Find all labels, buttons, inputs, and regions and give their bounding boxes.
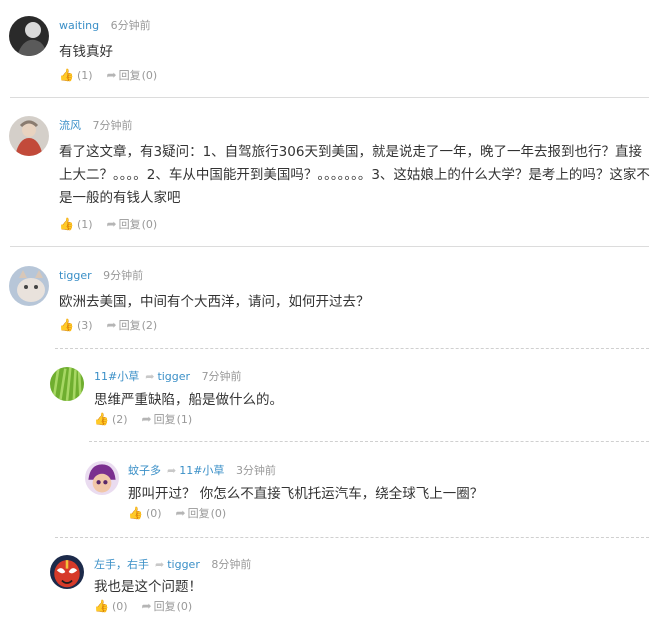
comment-item: 流风 7分钟前 看了这文章，有3疑问：1、自驾旅行306天到美国，就是说走了一年… xyxy=(9,116,650,238)
comment-item: tigger 9分钟前 欧洲去美国，中间有个大西洋，请问，如何开过去？ 👍 (3)… xyxy=(9,266,649,340)
timestamp: 6分钟前 xyxy=(110,19,151,32)
timestamp: 3分钟前 xyxy=(235,464,276,477)
thumbs-up-icon: 👍 xyxy=(59,217,74,231)
reply-label: 回复 xyxy=(153,413,176,426)
share-arrow-icon: ➦ xyxy=(141,412,152,426)
reply-to-username[interactable]: tigger xyxy=(167,558,200,571)
username[interactable]: 11#小草 xyxy=(94,370,139,383)
avatar[interactable] xyxy=(9,266,49,306)
username[interactable]: 流风 xyxy=(59,119,81,132)
timestamp: 7分钟前 xyxy=(92,119,133,132)
username[interactable]: waiting xyxy=(59,19,99,32)
reply-button[interactable]: ➦ 回复(1) xyxy=(141,412,193,426)
reply-button[interactable]: ➦ 回复(0) xyxy=(106,68,158,82)
like-button[interactable]: 👍 (3) xyxy=(59,318,107,332)
divider xyxy=(55,348,649,349)
comment-text: 欧洲去美国，中间有个大西洋，请问，如何开过去？ xyxy=(59,294,370,310)
reply-to-arrow-icon: ➦ xyxy=(145,370,155,383)
reply-item: 11#小草 ➦ tigger 7分钟前 思维严重缺陷，船是做什么的。 👍 (2) ➦ 回复… xyxy=(50,367,649,437)
reply-label: 回复 xyxy=(118,69,141,82)
reply-button[interactable]: ➦ 回复(0) xyxy=(106,217,158,231)
share-arrow-icon: ➦ xyxy=(106,217,117,231)
thumbs-up-icon: 👍 xyxy=(94,412,109,426)
username[interactable]: 左手，右手 xyxy=(94,558,149,571)
reply-label: 回复 xyxy=(118,319,141,332)
reply-to-username[interactable]: 11#小草 xyxy=(179,464,224,477)
thumbs-up-icon: 👍 xyxy=(94,599,109,613)
reply-item: 蚊子多 ➦ 11#小草 3分钟前 那叫开过？ 你怎么不直接飞机托运汽车，绕全球飞上一… xyxy=(85,461,649,531)
comment-text: 看了这文章，有3疑问：1、自驾旅行306天到美国，就是说走了一年，晚了一年去报到… xyxy=(59,144,650,206)
like-button[interactable]: 👍 (2) xyxy=(94,412,142,426)
reply-label: 回复 xyxy=(153,600,176,613)
timestamp: 8分钟前 xyxy=(211,558,252,571)
reply-count: (0) xyxy=(176,600,193,613)
timestamp: 9分钟前 xyxy=(103,269,144,282)
comment-text: 思维严重缺陷，船是做什么的。 xyxy=(94,392,283,408)
like-button[interactable]: 👍 (0) xyxy=(94,599,142,613)
thumbs-up-icon: 👍 xyxy=(128,506,143,520)
username[interactable]: tigger xyxy=(59,269,92,282)
reply-count: (1) xyxy=(176,413,193,426)
username[interactable]: 蚊子多 xyxy=(128,464,161,477)
share-arrow-icon: ➦ xyxy=(106,68,117,82)
reply-count: (0) xyxy=(141,69,158,82)
like-button[interactable]: 👍 (1) xyxy=(59,68,107,82)
share-arrow-icon: ➦ xyxy=(141,599,152,613)
avatar[interactable] xyxy=(9,16,49,56)
thumbs-up-icon: 👍 xyxy=(59,318,74,332)
avatar[interactable] xyxy=(9,116,49,156)
comment-text: 我也是这个问题！ xyxy=(94,579,202,595)
reply-button[interactable]: ➦ 回复(0) xyxy=(175,506,227,520)
reply-button[interactable]: ➦ 回复(0) xyxy=(141,599,193,613)
reply-label: 回复 xyxy=(187,507,210,520)
reply-to-arrow-icon: ➦ xyxy=(167,464,177,477)
reply-count: (0) xyxy=(141,218,158,231)
reply-label: 回复 xyxy=(118,218,141,231)
like-count: (1) xyxy=(76,218,93,231)
avatar[interactable] xyxy=(50,555,84,589)
like-count: (2) xyxy=(111,413,128,426)
timestamp: 7分钟前 xyxy=(201,370,242,383)
share-arrow-icon: ➦ xyxy=(106,318,117,332)
divider xyxy=(89,441,649,442)
like-count: (1) xyxy=(76,69,93,82)
like-button[interactable]: 👍 (1) xyxy=(59,217,107,231)
share-arrow-icon: ➦ xyxy=(175,506,186,520)
avatar[interactable] xyxy=(85,461,119,495)
reply-item: 左手，右手 ➦ tigger 8分钟前 我也是这个问题！ 👍 (0) ➦ 回复(0) xyxy=(50,555,649,621)
like-count: (0) xyxy=(145,507,162,520)
reply-count: (0) xyxy=(210,507,227,520)
comment-item: waiting 6分钟前 有钱真好 👍 (1) ➦ 回复(0) xyxy=(9,16,649,90)
divider xyxy=(55,537,649,538)
reply-to-username[interactable]: tigger xyxy=(157,370,190,383)
like-count: (3) xyxy=(76,319,93,332)
avatar[interactable] xyxy=(50,367,84,401)
like-count: (0) xyxy=(111,600,128,613)
reply-count: (2) xyxy=(141,319,158,332)
comment-text: 有钱真好 xyxy=(59,44,113,60)
divider xyxy=(10,97,649,98)
divider xyxy=(10,246,649,247)
reply-button[interactable]: ➦ 回复(2) xyxy=(106,318,158,332)
reply-to-arrow-icon: ➦ xyxy=(155,558,165,571)
comment-text: 那叫开过？ 你怎么不直接飞机托运汽车，绕全球飞上一圈？ xyxy=(128,486,484,502)
like-button[interactable]: 👍 (0) xyxy=(128,506,176,520)
thumbs-up-icon: 👍 xyxy=(59,68,74,82)
